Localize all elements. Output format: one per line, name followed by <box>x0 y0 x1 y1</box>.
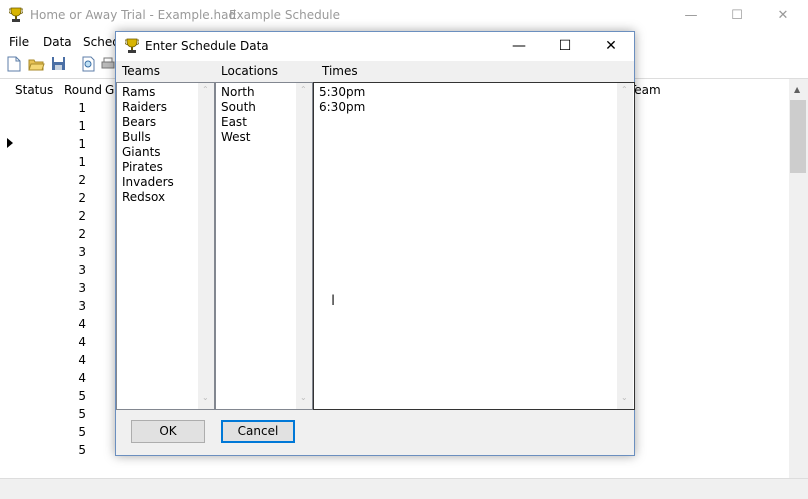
round-cell[interactable]: 3 <box>72 281 86 295</box>
scroll-down-arrow-icon[interactable]: ⌄ <box>621 393 628 402</box>
location-list-item[interactable]: East <box>221 115 256 130</box>
dialog-minimize-button[interactable]: — <box>496 32 542 61</box>
round-cell[interactable]: 5 <box>72 389 86 403</box>
scroll-up-arrow-icon[interactable]: ⌃ <box>621 85 628 94</box>
col-header-round[interactable]: Round <box>64 83 102 97</box>
round-cell[interactable]: 3 <box>72 299 86 313</box>
round-cell[interactable]: 5 <box>72 407 86 421</box>
text-cursor-icon: I <box>331 293 336 309</box>
round-cell[interactable]: 2 <box>72 191 86 205</box>
locations-header: Locations <box>221 64 279 78</box>
round-cell[interactable]: 3 <box>72 245 86 259</box>
print-preview-icon[interactable] <box>81 56 97 72</box>
team-list-item[interactable]: Invaders <box>122 175 174 190</box>
round-cell[interactable]: 4 <box>72 317 86 331</box>
enter-schedule-data-dialog: Enter Schedule Data — ☐ ✕ Teams Location… <box>115 31 635 456</box>
app-title: Home or Away Trial - Example.had <box>30 8 237 22</box>
round-cell[interactable]: 4 <box>72 371 86 385</box>
dialog-title: Enter Schedule Data <box>145 39 269 53</box>
scroll-down-arrow-icon[interactable]: ⌄ <box>300 393 307 402</box>
round-cell[interactable]: 2 <box>72 209 86 223</box>
trophy-icon <box>124 38 140 54</box>
scroll-up-arrow-icon[interactable]: ⌃ <box>202 85 209 94</box>
times-scrollbar[interactable]: ⌃ ⌄ <box>617 83 633 409</box>
scroll-up-arrow-icon[interactable]: ⌃ <box>300 85 307 94</box>
dialog-maximize-button[interactable]: ☐ <box>542 32 588 61</box>
team-list-item[interactable]: Giants <box>122 145 174 160</box>
round-cell[interactable]: 3 <box>72 263 86 277</box>
team-list-item[interactable]: Raiders <box>122 100 174 115</box>
teams-header: Teams <box>122 64 160 78</box>
team-list-item[interactable]: Pirates <box>122 160 174 175</box>
times-header: Times <box>322 64 358 78</box>
round-cell[interactable]: 2 <box>72 173 86 187</box>
round-cell[interactable]: 2 <box>72 227 86 241</box>
round-cell[interactable]: 5 <box>72 425 86 439</box>
location-list-item[interactable]: South <box>221 100 256 115</box>
round-cell[interactable]: 1 <box>72 101 86 115</box>
team-list-item[interactable]: Bulls <box>122 130 174 145</box>
ok-button[interactable]: OK <box>131 420 205 443</box>
open-folder-icon[interactable] <box>28 56 45 72</box>
team-list-item[interactable]: Rams <box>122 85 174 100</box>
time-list-item[interactable]: 6:30pm <box>319 100 365 115</box>
save-icon[interactable] <box>51 56 67 72</box>
round-cell[interactable]: 1 <box>72 137 86 151</box>
current-row-arrow-icon <box>7 138 13 148</box>
menu-file[interactable]: File <box>9 35 29 49</box>
teams-list[interactable]: Rams Raiders Bears Bulls Giants Pirates Invade… <box>116 82 215 410</box>
app-subtitle: Example Schedule <box>229 8 341 22</box>
team-list-item[interactable]: Redsox <box>122 190 174 205</box>
locations-list[interactable]: North South East West ⌃ ⌄ <box>215 82 313 410</box>
round-cell[interactable]: 1 <box>72 155 86 169</box>
dialog-title-bar: Enter Schedule Data — ☐ ✕ <box>116 32 634 61</box>
locations-scrollbar[interactable]: ⌃ ⌄ <box>296 83 312 409</box>
dialog-close-button[interactable]: ✕ <box>588 32 634 61</box>
round-cell[interactable]: 5 <box>72 443 86 457</box>
teams-scrollbar[interactable]: ⌃ ⌄ <box>198 83 214 409</box>
scroll-up-arrow-icon[interactable]: ▲ <box>794 85 800 94</box>
status-bar <box>0 478 808 499</box>
round-cell[interactable]: 4 <box>72 353 86 367</box>
close-button[interactable]: ✕ <box>760 0 806 31</box>
times-list[interactable]: 5:30pm 6:30pm I ⌃ ⌄ <box>313 82 635 410</box>
round-cell[interactable]: 1 <box>72 119 86 133</box>
vertical-scrollbar[interactable]: ▲ <box>789 79 808 478</box>
team-list-item[interactable]: Bears <box>122 115 174 130</box>
location-list-item[interactable]: North <box>221 85 256 100</box>
minimize-button[interactable]: — <box>668 0 714 31</box>
new-file-icon[interactable] <box>7 56 23 72</box>
round-cell[interactable]: 4 <box>72 335 86 349</box>
maximize-button[interactable]: ☐ <box>714 0 760 31</box>
col-header-status[interactable]: Status <box>15 83 53 97</box>
main-title-bar: Home or Away Trial - Example.had Example… <box>0 0 808 31</box>
trophy-icon <box>8 7 24 23</box>
scroll-down-arrow-icon[interactable]: ⌄ <box>202 393 209 402</box>
menu-data[interactable]: Data <box>43 35 72 49</box>
scrollbar-thumb[interactable] <box>790 100 806 173</box>
cancel-button[interactable]: Cancel <box>221 420 295 443</box>
location-list-item[interactable]: West <box>221 130 256 145</box>
time-list-item[interactable]: 5:30pm <box>319 85 365 100</box>
